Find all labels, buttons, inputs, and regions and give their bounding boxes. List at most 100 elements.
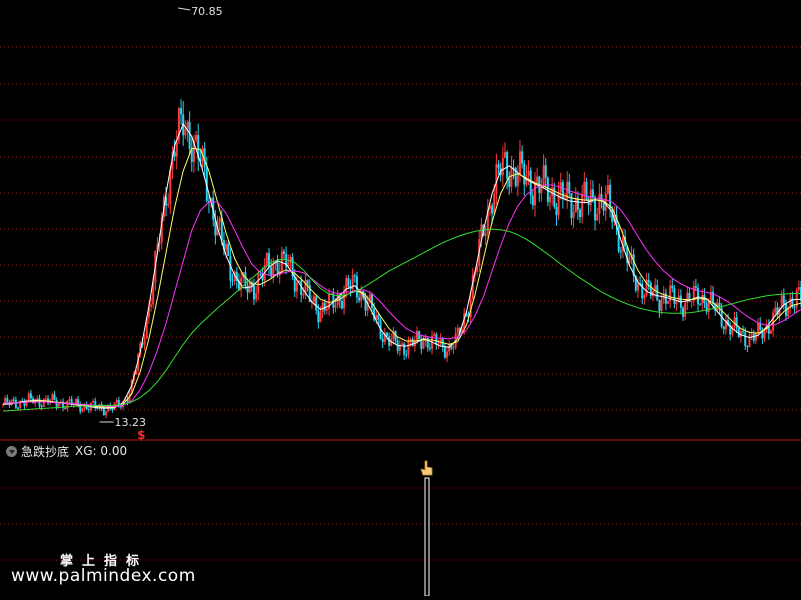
- signal-bar: [424, 477, 430, 597]
- candle-body: [568, 181, 571, 194]
- candle-body: [581, 193, 584, 217]
- candle-body: [510, 167, 513, 187]
- candle-body: [252, 285, 255, 300]
- candle-body: [636, 283, 639, 291]
- candle-body: [456, 327, 459, 333]
- candle-body: [774, 307, 777, 313]
- candle-body: [377, 314, 380, 321]
- candle-body: [443, 346, 446, 358]
- indicator-value: XG: 0.00: [75, 444, 128, 458]
- candle-body: [53, 394, 56, 401]
- candle-body: [769, 330, 772, 334]
- stock-chart-svg[interactable]: 70.8513.23$: [0, 0, 801, 597]
- candle-body: [594, 197, 597, 221]
- high-price-label: 70.85: [191, 5, 223, 18]
- candle-body: [150, 304, 153, 307]
- candle-body: [231, 280, 234, 282]
- candle-body: [17, 407, 20, 409]
- candle-body: [682, 307, 685, 317]
- candle-body: [347, 277, 350, 287]
- candle-body: [29, 393, 32, 399]
- candle-body: [405, 354, 408, 356]
- candle-body: [411, 339, 414, 347]
- candle-body: [557, 191, 560, 216]
- candle-body: [227, 243, 230, 257]
- candle-body: [173, 151, 176, 157]
- candle-body: [671, 285, 674, 289]
- candle-body: [36, 398, 39, 400]
- candle-body: [111, 408, 114, 410]
- candle-body: [750, 333, 753, 335]
- candle-body: [115, 400, 118, 404]
- ma-layer: [2, 122, 801, 412]
- candle-body: [518, 151, 521, 175]
- candle-body: [426, 337, 429, 348]
- signal-marker: $: [137, 428, 145, 442]
- candle-body: [293, 276, 296, 292]
- candle-body: [319, 312, 322, 323]
- candle-body: [195, 135, 198, 141]
- candle-body: [744, 332, 747, 346]
- candle-body: [68, 399, 71, 401]
- candle-body: [302, 294, 305, 296]
- candle-body: [14, 399, 17, 408]
- chevron-down-icon[interactable]: [6, 445, 17, 457]
- candle-body: [534, 182, 536, 206]
- candle-body: [797, 287, 800, 291]
- candle-body: [521, 151, 524, 164]
- indicator-header: 急跌抄底 XG: 0.00: [6, 443, 127, 459]
- candle-body: [598, 194, 601, 215]
- candle-body: [315, 296, 318, 311]
- candle-body: [51, 394, 54, 400]
- candle-body: [658, 300, 661, 311]
- candle-body: [6, 397, 9, 403]
- candle-body: [673, 288, 676, 305]
- chart-stage[interactable]: 70.85 13.23 $ 急跌抄底 XG: 0.00 掌上指标 www.palmi…: [0, 0, 801, 597]
- candle-body: [385, 332, 388, 337]
- candle-body: [167, 203, 170, 206]
- candle-body: [64, 408, 67, 410]
- candle-body: [87, 409, 90, 411]
- candle-body: [506, 152, 509, 179]
- candle-body: [74, 399, 77, 404]
- candle-body: [306, 280, 309, 285]
- candle-body: [353, 275, 356, 277]
- candle-body: [92, 401, 95, 403]
- candle-body: [280, 251, 283, 271]
- candle-body: [722, 326, 725, 330]
- sub-panel-layer: [420, 460, 433, 597]
- candle-body: [527, 170, 530, 176]
- candle-body: [491, 205, 494, 214]
- candle-body: [257, 273, 260, 293]
- candle-body: [583, 182, 586, 194]
- candle-body: [340, 301, 343, 309]
- candle-body: [508, 178, 511, 187]
- candle-body: [416, 331, 419, 341]
- candle-body: [656, 285, 659, 301]
- candle-body: [40, 406, 43, 408]
- candle-body: [570, 193, 573, 219]
- candle-body: [407, 341, 410, 356]
- hand-pointer-icon[interactable]: [420, 460, 433, 476]
- candle-body: [448, 344, 451, 352]
- candle-body: [660, 299, 663, 311]
- ma-line-1: [2, 122, 801, 409]
- candle-body: [789, 298, 792, 307]
- candle-body: [55, 400, 58, 407]
- candle-body: [57, 403, 60, 407]
- candle-body: [684, 303, 687, 317]
- indicator-name: 急跌抄底: [21, 444, 70, 459]
- candle-body: [531, 195, 534, 206]
- candle-body: [358, 297, 361, 301]
- candle-body: [609, 185, 612, 209]
- candle-body: [782, 295, 785, 304]
- candle-body: [542, 165, 545, 186]
- candle-body: [334, 305, 337, 308]
- candle-body: [484, 233, 487, 236]
- candle-body: [536, 176, 539, 183]
- candle-body: [313, 296, 316, 302]
- candle-body: [686, 292, 689, 304]
- candle-body: [555, 206, 558, 216]
- candle-body: [180, 108, 183, 115]
- candle-body: [44, 398, 47, 400]
